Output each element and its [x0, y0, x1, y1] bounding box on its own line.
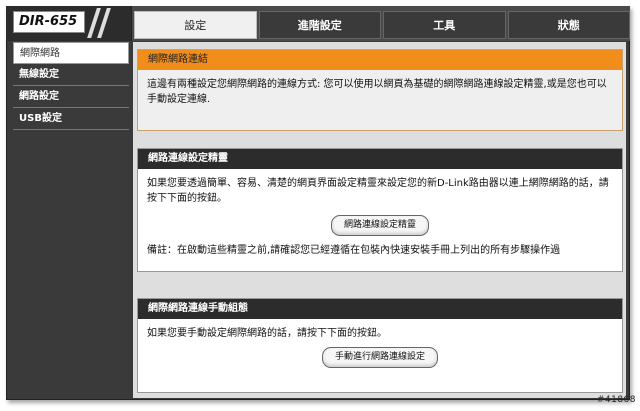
- sidebar-item-wireless[interactable]: 無線設定: [13, 64, 129, 86]
- wizard-title: 網路連線設定精靈: [138, 149, 622, 169]
- sidebar: 網際網路 無線設定 網路設定 USB設定: [13, 42, 129, 396]
- intro-text: 這邊有兩種設定您網際網路的連線方式: 您可以使用以網頁為基礎的網際網路連線設定精…: [147, 79, 607, 105]
- tab-status[interactable]: 狀態: [507, 11, 630, 39]
- top-navigation: DIR-655 設定 進階設定 工具 狀態: [6, 6, 630, 41]
- watermark-label: #41868: [596, 395, 636, 405]
- manual-title: 網際網路連線手動組態: [138, 299, 622, 319]
- internet-connection-intro: 網際網路連結 這邊有兩種設定您網際網路的連線方式: 您可以使用以網頁為基礎的網際…: [137, 49, 623, 131]
- main-tabs: 設定 進階設定 工具 狀態: [132, 6, 630, 41]
- manual-body: 如果您要手動設定網際網路的話，請按下下面的按鈕。 手動進行網路連線設定: [138, 319, 622, 375]
- manual-setup-button[interactable]: 手動進行網路連線設定: [321, 347, 438, 368]
- wizard-text: 如果您要透過簡單、容易、清楚的網頁界面設定精靈來設定您的新D-Link路由器以連…: [147, 178, 609, 204]
- manual-text: 如果您要手動設定網際網路的話，請按下下面的按鈕。: [147, 328, 387, 339]
- wizard-note: 備註：在啟動這些精靈之前,請確認您已經遵循在包裝內快速安裝手冊上列出的所有步驟操…: [147, 245, 561, 256]
- intro-title: 網際網路連結: [138, 50, 622, 70]
- model-logo: DIR-655: [13, 11, 85, 33]
- model-banner: DIR-655: [6, 6, 132, 41]
- wizard-button-row: 網路連線設定精靈: [147, 215, 613, 236]
- sidebar-item-usb[interactable]: USB設定: [13, 108, 129, 130]
- tab-advanced[interactable]: 進階設定: [258, 11, 381, 39]
- connection-wizard-button[interactable]: 網路連線設定精靈: [330, 215, 429, 236]
- sidebar-item-internet[interactable]: 網際網路: [13, 42, 129, 64]
- manual-config-section: 網際網路連線手動組態 如果您要手動設定網際網路的話，請按下下面的按鈕。 手動進行…: [137, 298, 623, 393]
- manual-button-row: 手動進行網路連線設定: [147, 347, 613, 368]
- connection-wizard-section: 網路連線設定精靈 如果您要透過簡單、容易、清楚的網頁界面設定精靈來設定您的新D-…: [137, 148, 623, 272]
- main-content: 網際網路連結 這邊有兩種設定您網際網路的連線方式: 您可以使用以網頁為基礎的網際…: [133, 42, 626, 398]
- tab-setup[interactable]: 設定: [134, 11, 257, 39]
- wizard-body: 如果您要透過簡單、容易、清楚的網頁界面設定精靈來設定您的新D-Link路由器以連…: [138, 169, 622, 265]
- sidebar-item-network[interactable]: 網路設定: [13, 86, 129, 108]
- tab-tools[interactable]: 工具: [383, 11, 506, 39]
